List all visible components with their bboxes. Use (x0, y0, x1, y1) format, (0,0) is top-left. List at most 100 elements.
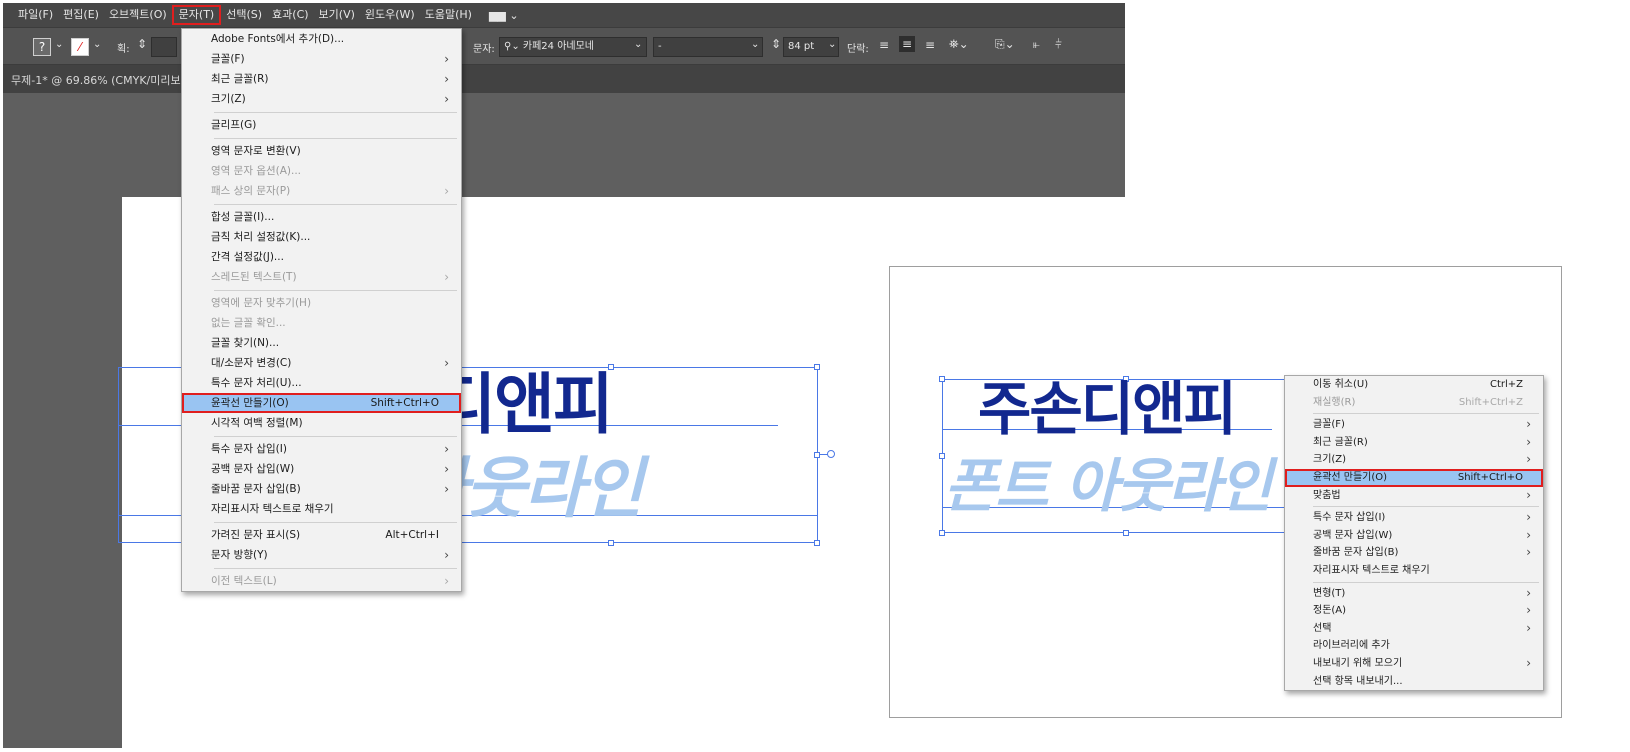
stroke-swatch-icon[interactable]: ⁄ (71, 38, 89, 56)
context-menu-item[interactable]: 선택 항목 내보내기... (1285, 673, 1543, 691)
transform-icon[interactable]: ⎘⌄ (995, 37, 1015, 52)
font-style-chevron-icon[interactable]: ⌄ (751, 39, 759, 50)
context-menu-item[interactable]: 선택 › (1285, 620, 1543, 638)
stroke-weight-field[interactable] (151, 37, 177, 57)
font-size-chevron-icon[interactable]: ⌄ (828, 39, 836, 50)
type-menu-dropdown: Adobe Fonts에서 추가(D)... 글꼴(F) › 최근 글꼴(R) › 크기(… (181, 28, 462, 592)
fill-swatch-icon[interactable]: ? (33, 38, 51, 56)
align-objects-left-icon[interactable]: ⫦ (1033, 37, 1040, 52)
menu-item-label: 줄바꿈 문자 삽입(B) (1313, 547, 1399, 559)
submenu-arrow-icon: › (444, 92, 449, 106)
align-center-icon[interactable]: ≡ (899, 36, 916, 52)
menu-item-label: 가려진 문자 표시(S) (211, 529, 301, 541)
type-menu-item[interactable]: 금칙 처리 설정값(K)... (182, 227, 461, 247)
context-menu-item[interactable]: 크기(Z) › (1285, 451, 1543, 469)
menu-effect[interactable]: 효과(C) (267, 5, 314, 25)
type-menu-item: 영역 문자 옵션(A)... (182, 161, 461, 181)
type-menu-item: 이전 텍스트(L) › (182, 571, 461, 591)
menu-item-label: 영역 문자로 변환(V) (211, 145, 301, 157)
selection-handle[interactable] (939, 530, 945, 536)
context-menu-item[interactable]: 글꼴(F) › (1285, 416, 1543, 434)
menu-window[interactable]: 윈도우(W) (360, 5, 420, 25)
align-right-icon[interactable]: ≡ (925, 38, 935, 52)
menu-type[interactable]: 문자(T) (171, 5, 222, 25)
menu-item-label: 이동 취소(U) (1313, 379, 1369, 390)
context-menu-item[interactable]: 이동 취소(U) Ctrl+Z (1285, 376, 1543, 394)
menu-item-shortcut: Shift+Ctrl+O (1457, 471, 1523, 483)
type-menu-item[interactable]: Adobe Fonts에서 추가(D)... (182, 29, 461, 49)
context-menu-item[interactable]: 변형(T) › (1285, 585, 1543, 603)
type-menu-item[interactable]: 글리프(G) (182, 115, 461, 135)
menu-separator (214, 138, 457, 139)
type-menu-item[interactable]: 줄바꿈 문자 삽입(B) › (182, 479, 461, 499)
type-menu-item[interactable]: 문자 방향(Y) › (182, 545, 461, 565)
context-menu-item[interactable]: 라이브러리에 추가 (1285, 637, 1543, 655)
menu-item-label: 패스 상의 문자(P) (211, 185, 291, 197)
context-menu-item[interactable]: 정돈(A) › (1285, 602, 1543, 620)
type-menu-item[interactable]: 특수 문자 처리(U)... (182, 373, 461, 393)
menu-item-label: Adobe Fonts에서 추가(D)... (211, 33, 345, 45)
type-menu-item[interactable]: 윤곽선 만들기(O) Shift+Ctrl+O (182, 393, 461, 413)
type-menu-item[interactable]: 시각적 여백 정렬(M) (182, 413, 461, 433)
menu-edit[interactable]: 편집(E) (58, 5, 104, 25)
font-family-chevron-icon[interactable]: ⌄ (634, 39, 642, 50)
selection-handle[interactable] (814, 540, 820, 546)
context-menu-item[interactable]: 내보내기 위해 모으기 › (1285, 655, 1543, 673)
workspace-switcher-icon[interactable]: ▆▆ ⌄ (489, 9, 519, 22)
context-menu-item[interactable]: 윤곽선 만들기(O) Shift+Ctrl+O (1285, 468, 1543, 487)
stroke-dropdown-chevron-icon[interactable]: ⌄ (93, 39, 101, 50)
type-menu-item[interactable]: 공백 문자 삽입(W) › (182, 459, 461, 479)
selection-handle[interactable] (814, 364, 820, 370)
menu-select[interactable]: 선택(S) (221, 5, 267, 25)
selection-handle[interactable] (1123, 530, 1129, 536)
font-family-select[interactable]: ⚲⌄ 카페24 아네모네 (499, 37, 647, 57)
type-menu-item[interactable]: 자리표시자 텍스트로 채우기 (182, 499, 461, 519)
submenu-arrow-icon: › (444, 184, 449, 198)
context-menu-item[interactable]: 자리표시자 텍스트로 채우기 (1285, 562, 1543, 580)
type-menu-item[interactable]: 대/소문자 변경(C) › (182, 353, 461, 373)
context-menu-item[interactable]: 특수 문자 삽입(I) › (1285, 509, 1543, 527)
document-tab[interactable]: 무제-1* @ 69.86% (CMYK/미리보 (3, 65, 1125, 93)
menu-view[interactable]: 보기(V) (314, 5, 360, 25)
type-menu-item[interactable]: 글꼴(F) › (182, 49, 461, 69)
type-menu-item[interactable]: 가려진 문자 표시(S) Alt+Ctrl+I (182, 525, 461, 545)
type-menu-item[interactable]: 합성 글꼴(I)... (182, 207, 461, 227)
context-menu-item[interactable]: 줄바꿈 문자 삽입(B) › (1285, 544, 1543, 562)
submenu-arrow-icon: › (1526, 545, 1531, 560)
menu-item-label: 글리프(G) (211, 119, 257, 131)
menu-item-label: 영역 문자 옵션(A)... (211, 165, 302, 177)
fill-dropdown-chevron-icon[interactable]: ⌄ (55, 39, 63, 50)
type-menu-item[interactable]: 특수 문자 삽입(I) › (182, 439, 461, 459)
menu-item-label: 시각적 여백 정렬(M) (211, 417, 303, 429)
menu-separator (214, 436, 457, 437)
align-objects-center-icon[interactable]: ⫩ (1055, 37, 1062, 52)
rotate-handle[interactable] (827, 450, 835, 458)
menu-help[interactable]: 도움말(H) (420, 5, 477, 25)
menu-file[interactable]: 파일(F) (13, 5, 58, 25)
type-menu-item[interactable]: 영역 문자로 변환(V) (182, 141, 461, 161)
selection-handle[interactable] (814, 452, 820, 458)
submenu-arrow-icon: › (444, 270, 449, 284)
selection-handle[interactable] (939, 376, 945, 382)
type-menu-item[interactable]: 크기(Z) › (182, 89, 461, 109)
type-menu-item[interactable]: 최근 글꼴(R) › (182, 69, 461, 89)
font-size-stepper-icon[interactable]: ⇕ (771, 37, 781, 51)
context-menu-item[interactable]: 맞춤법 › (1285, 487, 1543, 505)
menu-item-label: 영역에 문자 맞추기(H) (211, 297, 312, 309)
recolor-artwork-icon[interactable]: ⛯⌄ (949, 37, 969, 52)
selection-handle[interactable] (608, 540, 614, 546)
menu-item-label: 정돈(A) (1313, 605, 1347, 617)
context-menu-item[interactable]: 최근 글꼴(R) › (1285, 434, 1543, 452)
align-left-icon[interactable]: ≡ (879, 38, 889, 52)
stroke-stepper-icon[interactable]: ⇕ (137, 37, 147, 51)
type-menu-item[interactable]: 글꼴 찾기(N)... (182, 333, 461, 353)
font-style-select[interactable]: - (653, 37, 763, 57)
menu-separator (214, 112, 457, 113)
type-menu-item[interactable]: 간격 설정값(J)... (182, 247, 461, 267)
menu-object[interactable]: 오브젝트(O) (104, 5, 172, 25)
menu-item-label: 윤곽선 만들기(O) (211, 397, 289, 409)
submenu-arrow-icon: › (444, 442, 449, 456)
context-menu-item[interactable]: 공백 문자 삽입(W) › (1285, 527, 1543, 545)
menu-separator (214, 204, 457, 205)
paragraph-label: 단락: (847, 44, 869, 55)
